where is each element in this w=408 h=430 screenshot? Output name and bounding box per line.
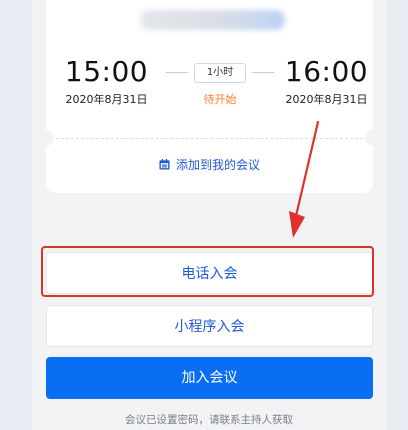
meeting-card: 15:00 2020年8月31日 1小时 待开始 16:00 2020年8月31…	[38, 0, 381, 193]
start-time-block: 15:00 2020年8月31日	[64, 56, 149, 107]
meeting-id-blurred	[140, 10, 285, 30]
ticket-notch-left	[38, 130, 54, 146]
join-meeting-button[interactable]: 加入会议	[46, 357, 373, 399]
dashed-divider	[46, 138, 373, 139]
mini-program-join-button[interactable]: 小程序入会	[46, 305, 373, 347]
phone-join-button[interactable]: 电话入会	[46, 252, 373, 294]
password-hint: 会议已设置密码，请联系主持人获取	[125, 414, 293, 426]
calendar-icon	[159, 159, 170, 170]
meeting-detail-screen: 15:00 2020年8月31日 1小时 待开始 16:00 2020年8月31…	[32, 0, 386, 430]
meeting-status: 待开始	[203, 93, 237, 106]
duration-line-right	[252, 72, 274, 73]
ticket-notch-right	[365, 130, 381, 146]
end-time-block: 16:00 2020年8月31日	[284, 56, 369, 107]
end-time: 16:00	[284, 55, 369, 88]
duration-line-left	[166, 72, 188, 73]
duration-indicator: 1小时	[164, 63, 276, 83]
start-time: 15:00	[64, 55, 149, 88]
add-to-calendar-label: 添加到我的会议	[175, 158, 260, 172]
add-to-calendar-link[interactable]: 添加到我的会议	[46, 156, 373, 173]
duration-badge: 1小时	[194, 63, 246, 83]
start-date: 2020年8月31日	[65, 93, 148, 106]
end-date: 2020年8月31日	[285, 93, 368, 106]
